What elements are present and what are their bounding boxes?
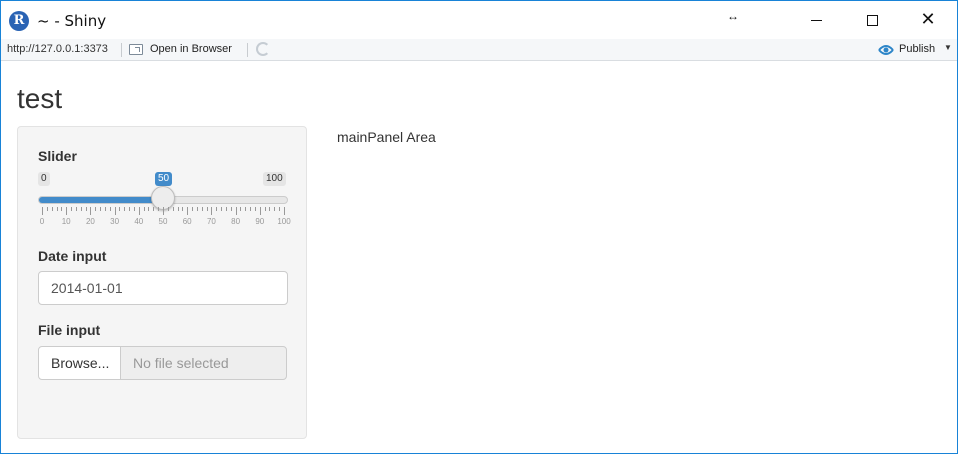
refresh-icon[interactable] — [256, 42, 270, 56]
slider-minor-tick — [269, 207, 271, 211]
slider-major-tick — [284, 207, 285, 215]
file-name-field: No file selected — [120, 346, 287, 380]
slider-minor-tick — [80, 207, 82, 211]
slider-minor-tick — [230, 207, 232, 211]
slider-minor-tick — [172, 207, 174, 211]
publish-icon[interactable] — [878, 43, 894, 57]
main-panel-text: mainPanel Area — [337, 129, 436, 145]
slider-minor-tick — [158, 207, 160, 211]
slider-minor-tick — [75, 207, 77, 211]
browse-button[interactable]: Browse... — [38, 346, 121, 380]
close-icon: ✕ — [920, 9, 936, 30]
url-text: http://127.0.0.1:3373 — [7, 43, 108, 55]
slider-tick-label: 20 — [85, 217, 95, 226]
slider-minor-tick — [133, 207, 135, 211]
title-bar[interactable]: R ~ - Shiny ↔ ✕ — [1, 1, 957, 39]
slider-minor-tick — [119, 207, 121, 211]
viewer-toolbar: http://127.0.0.1:3373 Open in Browser Pu… — [1, 39, 957, 61]
minimize-button[interactable] — [793, 1, 839, 39]
slider-tick-label: 100 — [277, 217, 291, 226]
slider-tick-label: 80 — [231, 217, 241, 226]
slider-tick-label: 60 — [182, 217, 192, 226]
slider-minor-tick — [46, 207, 48, 211]
slider-minor-tick — [221, 207, 223, 211]
slider-minor-tick — [206, 207, 208, 211]
slider-minor-tick — [192, 207, 194, 211]
toolbar-divider — [247, 43, 248, 57]
slider-minor-tick — [196, 207, 198, 211]
slider-minor-tick — [124, 207, 126, 211]
slider-minor-tick — [182, 207, 184, 211]
slider-tick-label: 90 — [255, 217, 265, 226]
date-input-label: Date input — [38, 248, 107, 264]
slider-minor-tick — [216, 207, 218, 211]
slider-minor-tick — [167, 207, 169, 211]
slider-minor-tick — [104, 207, 106, 211]
slider-minor-tick — [148, 207, 150, 211]
slider-max-badge: 100 — [263, 172, 286, 186]
maximize-button[interactable] — [849, 1, 895, 39]
slider-major-tick — [235, 207, 237, 215]
toolbar-divider — [121, 43, 122, 57]
slider-minor-tick — [240, 207, 242, 211]
slider-major-tick — [138, 207, 140, 215]
slider-value-badge: 50 — [155, 172, 173, 186]
slider-tick-label: 30 — [110, 217, 120, 226]
slider-minor-tick — [129, 207, 131, 211]
slider-major-tick — [163, 207, 164, 215]
r-logo-icon: R — [9, 11, 29, 31]
slider-minor-tick — [56, 207, 58, 211]
slider-tick-label: 70 — [206, 217, 216, 226]
publish-button[interactable]: Publish — [899, 43, 935, 55]
slider-minor-tick — [71, 207, 73, 211]
slider-minor-tick — [254, 207, 256, 211]
slider-label: Slider — [38, 148, 77, 164]
slider-minor-tick — [201, 207, 203, 211]
slider-minor-tick — [245, 207, 247, 211]
maximize-icon — [866, 14, 878, 26]
slider-minor-tick — [279, 207, 281, 211]
slider-minor-tick — [225, 207, 227, 211]
slider-min-badge: 0 — [38, 172, 50, 186]
date-input[interactable]: 2014-01-01 — [38, 271, 288, 305]
slider-tick-label: 50 — [158, 217, 168, 226]
slider-minor-tick — [250, 207, 252, 211]
slider-minor-tick — [100, 207, 102, 211]
slider-major-tick — [90, 207, 92, 215]
slider-major-tick — [259, 207, 261, 215]
slider-major-tick — [66, 207, 68, 215]
page-title: test — [17, 83, 63, 114]
resize-cursor-icon: ↔ — [727, 9, 739, 23]
open-in-browser-button[interactable]: Open in Browser — [150, 43, 232, 55]
slider-fill — [39, 197, 163, 203]
file-input-label: File input — [38, 322, 101, 338]
slider-minor-tick — [51, 207, 53, 211]
slider-minor-tick — [61, 207, 63, 211]
close-button[interactable]: ✕ — [905, 1, 951, 39]
slider-tick-label: 40 — [134, 217, 144, 226]
slider-minor-tick — [274, 207, 276, 211]
slider-minor-tick — [85, 207, 87, 211]
slider-tick-label: 10 — [61, 217, 71, 226]
publish-dropdown-icon[interactable]: ▼ — [944, 43, 952, 52]
app-window: R ~ - Shiny ↔ ✕ http://127.0.0.1:3373 Op… — [0, 0, 958, 454]
slider-minor-tick — [264, 207, 266, 211]
slider-major-tick — [114, 207, 116, 215]
minimize-icon — [810, 19, 822, 21]
slider-minor-tick — [153, 207, 155, 211]
slider-minor-tick — [177, 207, 179, 211]
window-title: ~ - Shiny — [37, 12, 107, 30]
slider-minor-tick — [95, 207, 97, 211]
slider-minor-tick — [109, 207, 111, 211]
slider-tick-label: 0 — [39, 217, 45, 226]
slider-minor-tick — [143, 207, 145, 211]
slider-ticks: 0 10 20 30 40 50 60 70 80 90 100 — [38, 207, 291, 227]
sidebar-panel: Slider 0 100 50 0 10 20 30 40 50 60 70 80 90 100 D… — [17, 126, 307, 439]
open-in-browser-icon[interactable] — [129, 44, 143, 55]
slider-major-tick — [211, 207, 213, 215]
slider-major-tick — [187, 207, 189, 215]
slider-major-tick — [42, 207, 43, 215]
